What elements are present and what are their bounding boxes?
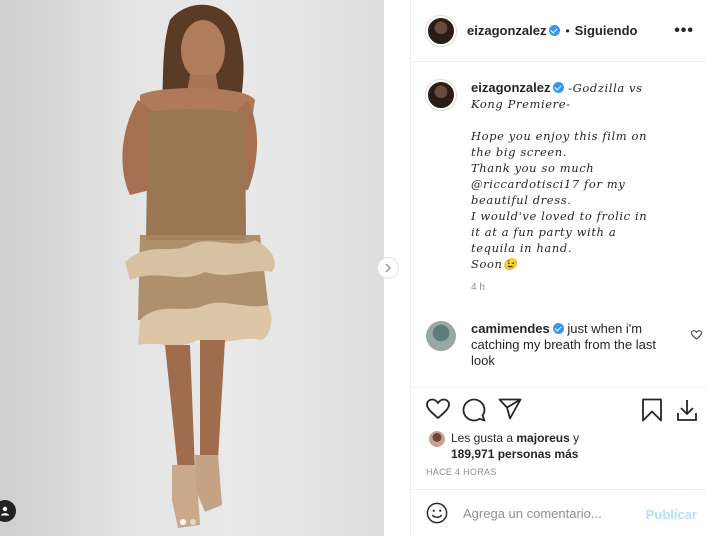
likes-summary: Les gusta a majoreus y 189,971 personas … xyxy=(426,430,698,462)
caption-line: the big screen. xyxy=(471,145,568,159)
chevron-right-icon xyxy=(385,263,392,273)
caption-line: tequila in hand. xyxy=(471,241,573,255)
caption-line: Soon😉 xyxy=(471,257,518,271)
comment-icon[interactable] xyxy=(462,398,486,422)
caption-time[interactable]: 4 h xyxy=(471,282,698,293)
likes-joiner: y xyxy=(573,431,580,445)
separator-dot: • xyxy=(565,23,570,38)
caption-username[interactable]: eizagonzalez xyxy=(471,80,550,95)
caption-text: eizagonzalez -Godzilla vs Kong Premiere-… xyxy=(471,80,698,272)
emoji-icon[interactable] xyxy=(426,502,448,524)
post-side-panel: eizagonzalez • Siguiendo ••• eizagonzale… xyxy=(410,0,706,536)
caption-line: Kong Premiere- xyxy=(471,97,571,111)
likes-prefix: Les gusta a xyxy=(451,431,514,445)
heart-icon[interactable] xyxy=(691,330,702,340)
comment-text: camimendes just when i'm catching my bre… xyxy=(471,321,676,369)
header-username[interactable]: eizagonzalez xyxy=(467,23,546,38)
verified-icon xyxy=(549,25,561,36)
comment-username[interactable]: camimendes xyxy=(471,321,550,336)
heart-icon[interactable] xyxy=(426,398,450,420)
more-icon[interactable]: ••• xyxy=(674,22,694,40)
caption-line: -Godzilla vs xyxy=(568,81,643,95)
caption-line: Thank you so much xyxy=(471,161,595,175)
bookmark-icon[interactable] xyxy=(641,398,663,422)
action-bar xyxy=(426,398,698,422)
likes-user[interactable]: majoreus xyxy=(516,431,569,445)
post-media[interactable] xyxy=(0,0,384,536)
follow-status-button[interactable]: Siguiendo xyxy=(575,23,638,38)
add-comment-bar: Publicar xyxy=(411,489,706,536)
caption-mention[interactable]: @riccardotisci17 for my xyxy=(471,177,625,191)
post-header: eizagonzalez • Siguiendo ••• xyxy=(411,0,706,62)
caption-line: I would've loved to frolic in xyxy=(471,209,648,223)
next-slide-button[interactable] xyxy=(377,257,399,279)
likes-text: Les gusta a majoreus y 189,971 personas … xyxy=(451,430,698,462)
carousel-indicator xyxy=(180,519,196,525)
comment-item: camimendes just when i'm catching my bre… xyxy=(426,321,702,369)
comment-input[interactable] xyxy=(463,505,628,521)
avatar[interactable] xyxy=(426,15,456,46)
share-icon[interactable] xyxy=(498,398,522,420)
post-timestamp[interactable]: HACE 4 HORAS xyxy=(426,467,497,477)
post-caption: eizagonzalez -Godzilla vs Kong Premiere-… xyxy=(426,80,698,293)
likes-count[interactable]: 189,971 personas más xyxy=(451,447,578,461)
download-icon[interactable] xyxy=(676,398,698,422)
avatar[interactable] xyxy=(429,431,445,447)
caption-line: Hope you enjoy this film on xyxy=(471,129,648,143)
caption-line: beautiful dress. xyxy=(471,193,572,207)
caption-avatar[interactable] xyxy=(426,80,456,110)
verified-icon xyxy=(552,323,564,334)
post-photo xyxy=(122,4,275,528)
comment-avatar[interactable] xyxy=(426,321,456,351)
carousel-dot-active xyxy=(180,519,186,525)
divider xyxy=(411,387,706,388)
publish-button[interactable]: Publicar xyxy=(646,507,697,522)
verified-icon xyxy=(553,82,565,93)
caption-line: it at a fun party with a xyxy=(471,225,617,239)
carousel-dot xyxy=(190,519,196,525)
